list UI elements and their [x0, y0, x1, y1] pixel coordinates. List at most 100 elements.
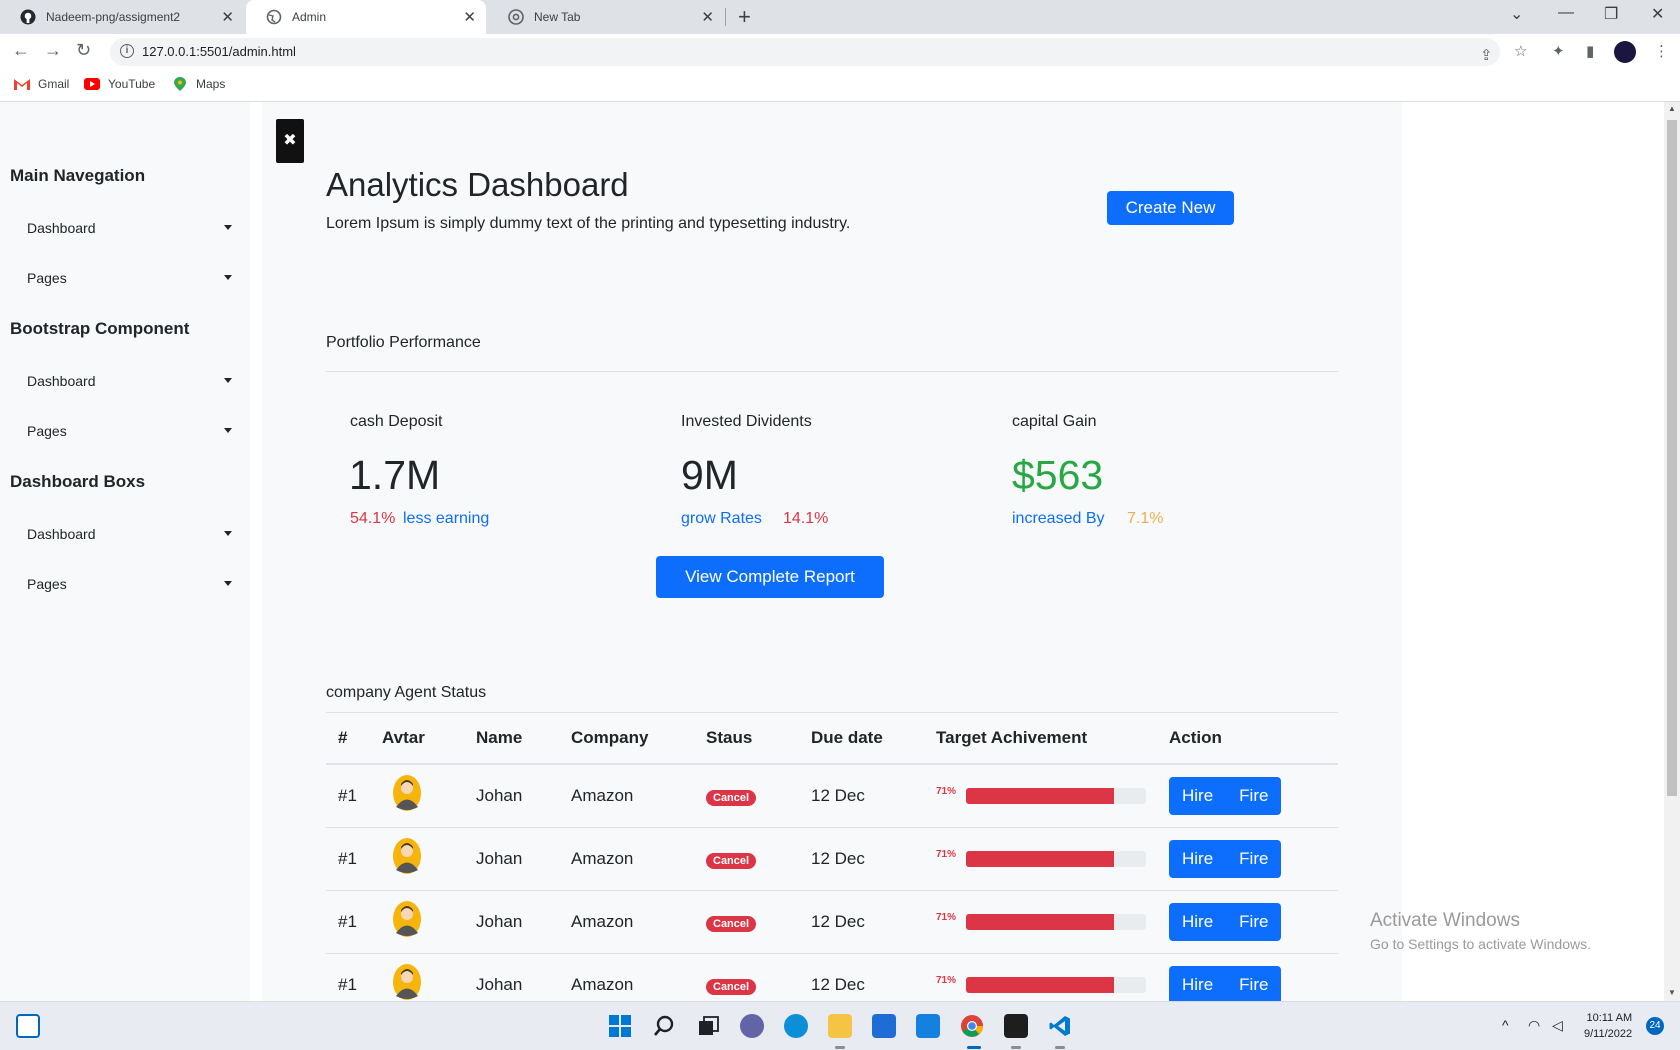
- search-icon[interactable]: [652, 1014, 676, 1038]
- tab-separator: [725, 8, 726, 26]
- stat-percent: 14.1%: [783, 510, 829, 527]
- widgets-icon[interactable]: [16, 1014, 40, 1038]
- progress-bar: 71%: [936, 975, 1146, 995]
- scroll-up-icon[interactable]: ▲: [1668, 104, 1676, 113]
- agent-company: Amazon: [571, 890, 706, 954]
- sidebar-item-dashboard[interactable]: Dashboard: [27, 220, 232, 236]
- stat-value: 1.7M: [349, 452, 441, 498]
- maps-icon: [174, 77, 186, 91]
- progress-track: [966, 913, 1146, 930]
- chat-icon[interactable]: [740, 1014, 764, 1038]
- fire-button[interactable]: Fire: [1226, 777, 1281, 815]
- start-icon[interactable]: [608, 1014, 632, 1038]
- reload-icon[interactable]: ↻: [76, 40, 91, 61]
- scroll-down-icon[interactable]: ▼: [1668, 988, 1676, 997]
- sidebar-item-pages[interactable]: Pages: [27, 423, 232, 439]
- show-hidden-icons[interactable]: ^: [1502, 1017, 1509, 1033]
- bookmark-gmail[interactable]: Gmail: [14, 77, 69, 91]
- target-cell: 71%: [936, 953, 1169, 1001]
- github-icon: [20, 9, 36, 25]
- bookmarks-bar: Gmail YouTube Maps: [0, 70, 1680, 102]
- sidebar-item-label: Pages: [27, 423, 67, 439]
- close-sidebar-button[interactable]: ✖: [276, 119, 304, 163]
- menu-kebab-icon[interactable]: ⋮: [1654, 42, 1669, 60]
- col-header-company: Company: [571, 712, 706, 765]
- sidebar-item-pages[interactable]: Pages: [27, 270, 232, 286]
- bookmark-maps[interactable]: Maps: [172, 77, 225, 91]
- progress-bar: 71%: [936, 912, 1146, 932]
- due-date: 12 Dec: [811, 953, 936, 1001]
- tab-search-icon[interactable]: ⌄: [1510, 4, 1523, 24]
- terminal-icon[interactable]: [1004, 1014, 1028, 1038]
- back-icon[interactable]: ←: [12, 40, 30, 61]
- hire-button[interactable]: Hire: [1169, 840, 1226, 878]
- page-viewport: Main Navegation Dashboard Pages Bootstra…: [0, 102, 1664, 1001]
- sidebar-item-label: Pages: [27, 576, 67, 592]
- address-bar: ← → ↻ i 127.0.0.1:5501/admin.html ⇪ ☆ ✦ …: [0, 34, 1680, 70]
- minimize-icon[interactable]: —: [1558, 4, 1574, 22]
- portfolio-title: Portfolio Performance: [326, 334, 481, 351]
- agent-name: Johan: [476, 953, 571, 1001]
- view-report-button[interactable]: View Complete Report: [656, 556, 884, 598]
- sidebar-heading-boxes: Dashboard Boxs: [10, 472, 146, 491]
- mail-icon[interactable]: [916, 1014, 940, 1038]
- page-scrollbar[interactable]: ▲ ▼: [1664, 102, 1680, 1001]
- close-tab-icon[interactable]: ✕: [701, 8, 714, 26]
- close-tab-icon[interactable]: ✕: [221, 8, 234, 26]
- url-text[interactable]: 127.0.0.1:5501/admin.html: [142, 44, 296, 59]
- volume-icon[interactable]: ◁: [1552, 1017, 1563, 1034]
- sidebar-heading-main: Main Navegation: [10, 166, 146, 185]
- hire-button[interactable]: Hire: [1169, 903, 1226, 941]
- tab-new[interactable]: New Tab ✕: [488, 0, 724, 34]
- task-view-icon[interactable]: [696, 1014, 720, 1038]
- chrome-taskbar-icon[interactable]: [960, 1014, 984, 1038]
- store-icon[interactable]: [872, 1014, 896, 1038]
- tab-admin[interactable]: Admin ✕: [246, 0, 486, 34]
- extensions-icon[interactable]: ✦: [1552, 42, 1565, 60]
- scroll-thumb[interactable]: [1667, 120, 1677, 796]
- progress-track: [966, 976, 1146, 993]
- edge-icon[interactable]: [784, 1014, 808, 1038]
- fire-button[interactable]: Fire: [1226, 966, 1281, 1002]
- page-title: Analytics Dashboard: [326, 166, 629, 203]
- sidebar-item-dashboard[interactable]: Dashboard: [27, 526, 232, 542]
- progress-fill: [966, 913, 1114, 930]
- restore-icon[interactable]: ❐: [1604, 4, 1618, 24]
- bookmark-star-icon[interactable]: ☆: [1514, 42, 1527, 60]
- close-tab-icon[interactable]: ✕: [463, 8, 476, 26]
- hire-button[interactable]: Hire: [1169, 966, 1226, 1002]
- tab-title: Nadeem-png/assigment2: [46, 10, 181, 24]
- target-cell: 71%: [936, 890, 1169, 954]
- profile-avatar[interactable]: [1614, 41, 1636, 63]
- fire-button[interactable]: Fire: [1226, 840, 1281, 878]
- agent-company: Amazon: [571, 827, 706, 891]
- url-field[interactable]: i 127.0.0.1:5501/admin.html ⇪: [110, 38, 1500, 66]
- file-explorer-icon[interactable]: [828, 1014, 852, 1038]
- row-number: #1: [326, 764, 382, 828]
- sidebar-item-pages[interactable]: Pages: [27, 576, 232, 592]
- progress-label: 71%: [936, 848, 957, 860]
- table-row: #1 Johan Amazon Cancel 12 Dec 71% Hire Fire: [326, 827, 1338, 891]
- share-icon[interactable]: ⇪: [1480, 46, 1493, 64]
- notification-badge[interactable]: 24: [1646, 1017, 1664, 1035]
- wifi-icon[interactable]: ◠: [1528, 1017, 1540, 1034]
- vscode-icon[interactable]: [1048, 1014, 1072, 1038]
- tab-github[interactable]: Nadeem-png/assigment2 ✕: [0, 0, 244, 34]
- col-header-avatar: Avtar: [382, 712, 476, 765]
- bookmark-youtube[interactable]: YouTube: [84, 77, 155, 91]
- site-info-icon[interactable]: i: [120, 44, 134, 58]
- window-close-icon[interactable]: ✕: [1651, 4, 1664, 24]
- new-tab-icon[interactable]: +: [738, 4, 751, 30]
- fire-button[interactable]: Fire: [1226, 903, 1281, 941]
- sidebar-item-dashboard[interactable]: Dashboard: [27, 373, 232, 389]
- running-indicator: [1011, 1046, 1021, 1049]
- forward-icon[interactable]: →: [44, 40, 62, 61]
- clock[interactable]: 10:11 AM 9/11/2022: [1584, 1010, 1632, 1042]
- sidebar-item-label: Dashboard: [27, 373, 96, 389]
- hire-button[interactable]: Hire: [1169, 777, 1226, 815]
- side-panel-icon[interactable]: ▮: [1586, 42, 1594, 60]
- action-button-group: Hire Fire: [1169, 965, 1282, 1002]
- create-new-button[interactable]: Create New: [1107, 191, 1234, 225]
- running-indicator: [835, 1046, 845, 1049]
- caret-down-icon: [224, 378, 232, 383]
